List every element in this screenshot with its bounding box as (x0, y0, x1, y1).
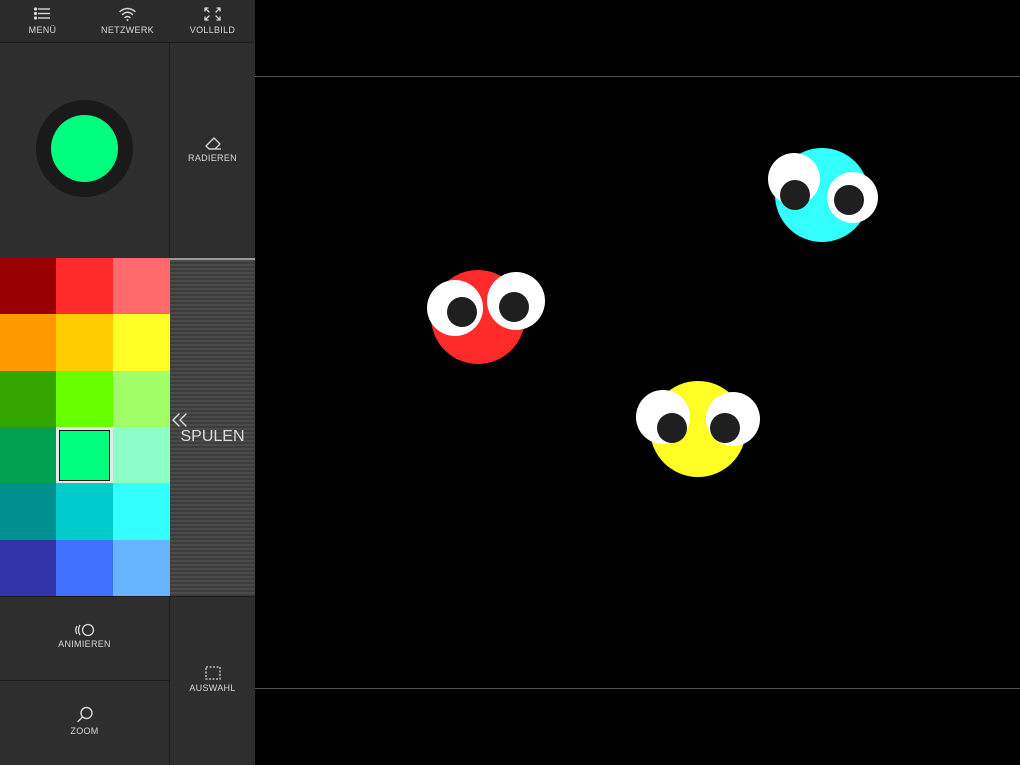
menu-label: MENÜ (28, 25, 57, 35)
creature-pupil (499, 292, 529, 322)
fullscreen-label: VOLLBILD (189, 25, 236, 35)
palette-swatch[interactable] (56, 370, 114, 428)
palette-swatch[interactable] (56, 483, 114, 541)
palette-swatch[interactable] (0, 314, 57, 372)
creature-pupil (834, 185, 864, 215)
creature-eye (827, 172, 878, 223)
zoom-button[interactable]: ZOOM (0, 681, 169, 765)
palette-swatch[interactable] (0, 483, 57, 541)
palette-swatch[interactable] (112, 258, 170, 315)
eraser-icon (204, 137, 221, 150)
palette-swatch[interactable] (56, 426, 114, 484)
network-label: NETZWERK (101, 25, 154, 35)
creature-pupil (710, 413, 740, 443)
wifi-icon (85, 6, 170, 22)
palette-swatch[interactable] (112, 370, 170, 428)
spool-control[interactable]: SPULEN (170, 258, 255, 596)
erase-label: RADIEREN (188, 153, 237, 163)
animate-button[interactable]: ANIMIEREN (0, 597, 169, 680)
creature-eye (427, 280, 483, 336)
animate-icon (74, 623, 94, 637)
palette-swatch[interactable] (0, 258, 57, 315)
spool-label: SPULEN (180, 428, 245, 445)
palette-swatch[interactable] (0, 370, 57, 428)
drawing-canvas[interactable] (255, 0, 1020, 765)
double-chevron-left-icon (172, 413, 187, 427)
palette-swatch[interactable] (0, 539, 57, 597)
magnifier-icon (76, 706, 93, 723)
color-palette (0, 258, 170, 597)
current-color-preview[interactable] (0, 43, 169, 257)
animate-label: ANIMIEREN (58, 639, 111, 649)
creature-eye (487, 272, 545, 330)
menu-button[interactable]: MENÜ (0, 0, 85, 42)
tool-panel: MENÜ NETZWERK VOLLBILD RADIEREN SPULEN A… (0, 0, 255, 765)
canvas-bottom-border (255, 688, 1020, 689)
color-ring (36, 100, 133, 197)
creature-eye (768, 153, 820, 210)
palette-swatch[interactable] (56, 314, 114, 372)
fullscreen-button[interactable]: VOLLBILD (170, 0, 255, 42)
palette-swatch[interactable] (112, 539, 170, 597)
palette-swatch[interactable] (112, 483, 170, 541)
creature-eye (706, 392, 760, 446)
creature-pupil (657, 413, 687, 443)
palette-swatch[interactable] (0, 426, 57, 484)
select-label: AUSWAHL (189, 683, 236, 693)
top-toolbar: MENÜ NETZWERK VOLLBILD (0, 0, 255, 43)
current-color-dot (51, 115, 118, 182)
menu-icon (0, 6, 85, 22)
creature-pupil (447, 297, 477, 327)
palette-swatch[interactable] (56, 539, 114, 597)
selection-icon (204, 666, 221, 680)
palette-swatch[interactable] (56, 258, 114, 315)
creature-eye (636, 390, 690, 444)
creature-pupil (780, 180, 810, 210)
network-button[interactable]: NETZWERK (85, 0, 170, 42)
select-button[interactable]: AUSWAHL (170, 597, 255, 765)
zoom-label: ZOOM (70, 726, 99, 736)
erase-button[interactable]: RADIEREN (170, 43, 255, 257)
palette-swatch[interactable] (112, 314, 170, 372)
fullscreen-icon (170, 6, 255, 22)
canvas-top-border (255, 76, 1020, 77)
palette-swatch[interactable] (112, 426, 170, 484)
